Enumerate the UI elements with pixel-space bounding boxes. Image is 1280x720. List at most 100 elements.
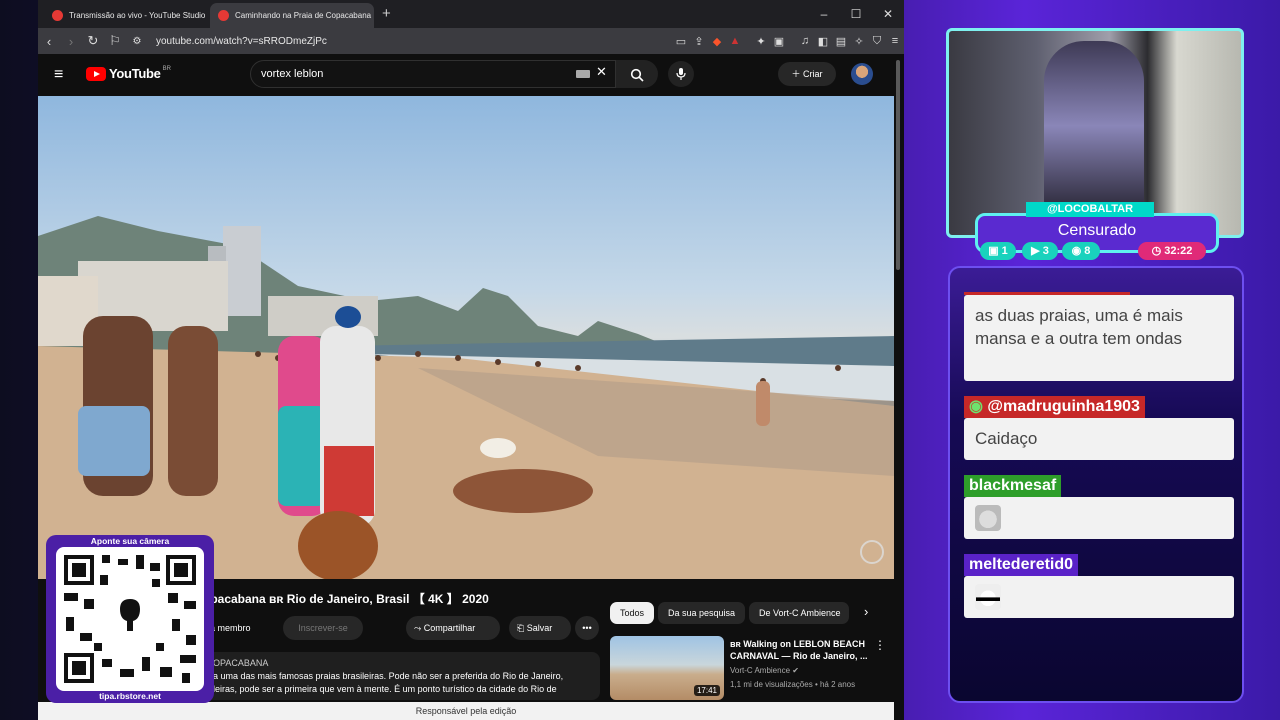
chat-message: Caidaço bbox=[964, 418, 1234, 460]
tab-youtube-studio[interactable]: Transmissão ao vivo - YouTube Studio bbox=[44, 3, 206, 28]
share-label: Compartilhar bbox=[423, 623, 476, 633]
search-button[interactable] bbox=[616, 60, 658, 88]
subscribe-button[interactable]: Inscrever-se bbox=[283, 616, 363, 640]
forward-icon[interactable]: › bbox=[60, 34, 82, 49]
recommended-title[interactable]: ʙʀ Walking on LEBLON BEACH CARNAVAL — Ri… bbox=[730, 638, 868, 662]
tab-title: Transmissão ao vivo - YouTube Studio bbox=[69, 11, 206, 20]
editor-footer: Responsável pela edição bbox=[38, 702, 894, 720]
gaming-chair-image bbox=[1044, 41, 1144, 211]
new-tab-button[interactable]: + bbox=[382, 5, 391, 22]
view-count: 1,1 mi de visualizações bbox=[730, 680, 813, 689]
recommended-channel[interactable]: Vort-C Ambience ✔ bbox=[730, 666, 799, 675]
back-icon[interactable]: ‹ bbox=[38, 34, 60, 49]
kick-viewers-badge: ◉ 8 bbox=[1062, 242, 1100, 260]
youtube-play-icon bbox=[86, 66, 106, 81]
youtube-header: ≡ YouTube BR vortex leblon ✕ ＋ Criar bbox=[38, 54, 904, 96]
cast-icon[interactable]: ▭ bbox=[672, 35, 690, 48]
create-button[interactable]: ＋ Criar bbox=[778, 62, 836, 86]
save-button[interactable]: ⎗ Salvar bbox=[509, 616, 571, 640]
site-info-icon[interactable]: ⚙ bbox=[126, 36, 148, 47]
video-description[interactable]: OPACABANA a uma das mais famosas praias … bbox=[198, 652, 600, 700]
recommended-video[interactable]: 17:41 ʙʀ Walking on LEBLON BEACH CARNAVA… bbox=[610, 636, 895, 700]
minimize-icon[interactable]: – bbox=[808, 0, 840, 28]
video-title: opacabana ʙʀ Rio de Janeiro, Brasil 【 4K… bbox=[203, 592, 489, 606]
video-player[interactable] bbox=[38, 96, 894, 579]
leo-ai-icon[interactable]: ✧ bbox=[850, 35, 868, 48]
qr-caption-bottom: tipa.rbstore.net bbox=[99, 691, 161, 701]
voice-search-button[interactable] bbox=[668, 61, 694, 87]
clock-icon: ◷ bbox=[1151, 245, 1165, 257]
clear-search-icon[interactable]: ✕ bbox=[596, 64, 607, 80]
create-label: Criar bbox=[803, 69, 823, 79]
filter-chips: Todos Da sua pesquisa De Vort-C Ambience bbox=[610, 602, 880, 624]
wallet-icon[interactable]: ▤ bbox=[832, 35, 850, 48]
qr-code-graphic bbox=[64, 555, 196, 683]
chip-from-search[interactable]: Da sua pesquisa bbox=[658, 602, 746, 624]
chat-message: ▬▬ bbox=[964, 576, 1234, 618]
youtube-viewers-badge: ▶ 3 bbox=[1022, 242, 1058, 260]
maximize-icon[interactable]: ☐ bbox=[840, 0, 872, 28]
url-field[interactable]: youtube.com/watch?v=sRRODmeZjPc bbox=[156, 36, 672, 47]
chat-username: meltederetid0 bbox=[964, 554, 1079, 576]
microphone-icon bbox=[676, 68, 686, 81]
sidebar-icon[interactable]: ◧ bbox=[814, 35, 832, 48]
bookmark-icon[interactable]: ⚐ bbox=[104, 33, 126, 49]
video-actions: eja membro Inscrever-se ⤳ Compartilhar ⎗… bbox=[203, 616, 603, 640]
hamburger-menu-icon[interactable]: ≡ bbox=[54, 66, 63, 84]
twitch-icon: ▣ bbox=[988, 245, 1002, 257]
youtube-count: 3 bbox=[1042, 245, 1049, 257]
more-options-icon[interactable]: ⋮ bbox=[874, 638, 886, 652]
page-scrollbar[interactable] bbox=[896, 60, 900, 270]
plus-icon: ＋ bbox=[791, 69, 803, 79]
user-badge-icon: ◉ bbox=[969, 398, 988, 415]
channel-watermark-icon[interactable] bbox=[860, 540, 884, 564]
chip-all[interactable]: Todos bbox=[610, 602, 655, 624]
bookmark-save-icon: ⎗ bbox=[517, 623, 527, 633]
share-icon: ⤳ bbox=[414, 623, 424, 633]
youtube-logo[interactable]: YouTube BR bbox=[86, 66, 171, 81]
chat-username: ◉ @madruguinha1903 bbox=[964, 396, 1145, 418]
chip-from-channel[interactable]: De Vort-C Ambience bbox=[749, 602, 849, 624]
close-window-icon[interactable]: ✕ bbox=[872, 0, 904, 28]
qr-code bbox=[56, 547, 204, 691]
search-input[interactable]: vortex leblon bbox=[250, 60, 616, 88]
music-icon[interactable]: ♫ bbox=[796, 35, 814, 47]
close-tab-icon[interactable]: ✕ bbox=[371, 9, 374, 22]
vpn-icon[interactable]: ⛉ bbox=[868, 35, 886, 48]
chips-next-icon[interactable]: › bbox=[864, 604, 868, 619]
chat-message bbox=[964, 497, 1234, 539]
account-avatar[interactable] bbox=[851, 63, 873, 85]
twitch-count: 1 bbox=[1001, 245, 1008, 257]
twitch-viewers-badge: ▣ 1 bbox=[980, 242, 1016, 260]
youtube-studio-favicon-icon bbox=[52, 10, 63, 21]
desktop-background: Transmissão ao vivo - YouTube Studio Cam… bbox=[0, 0, 1280, 720]
chat-username-text: @madruguinha1903 bbox=[987, 398, 1140, 415]
save-label: Salvar bbox=[526, 623, 553, 633]
video-thumbnail[interactable]: 17:41 bbox=[610, 636, 724, 700]
screenshot-icon[interactable]: ▣ bbox=[770, 35, 788, 48]
streamer-handle: @LOCOBALTAR bbox=[1026, 202, 1154, 217]
keyboard-icon[interactable] bbox=[576, 70, 590, 78]
address-bar: ‹ › ↻ ⚐ ⚙ youtube.com/watch?v=sRRODmeZjP… bbox=[38, 28, 904, 54]
reload-icon[interactable]: ↻ bbox=[82, 33, 104, 49]
share-icon[interactable]: ⇪ bbox=[690, 35, 708, 48]
rewards-icon[interactable]: ▲ bbox=[726, 35, 744, 47]
description-channel: OPACABANA bbox=[213, 658, 269, 668]
youtube-wordmark: YouTube bbox=[109, 66, 161, 81]
description-line: a uma das mais famosas praias brasileira… bbox=[213, 671, 564, 681]
qr-caption-top: Aponte sua câmera bbox=[90, 536, 170, 546]
menu-icon[interactable]: ≡ bbox=[886, 35, 904, 47]
beach-video-frame bbox=[38, 216, 894, 579]
kick-icon: ◉ bbox=[1071, 245, 1085, 257]
more-actions-button[interactable]: ••• bbox=[575, 616, 599, 640]
stream-timer: 32:22 bbox=[1164, 245, 1193, 257]
brave-shield-icon[interactable]: ◆ bbox=[708, 35, 726, 48]
youtube-icon: ▶ bbox=[1031, 245, 1043, 257]
tab-bar: Transmissão ao vivo - YouTube Studio Cam… bbox=[38, 0, 904, 28]
tab-copacabana-video[interactable]: Caminhando na Praia de Copacabana ✕ bbox=[210, 3, 374, 28]
cat-emote-icon bbox=[975, 505, 1001, 531]
channel-name: Vort-C Ambience bbox=[730, 666, 791, 675]
share-button[interactable]: ⤳ Compartilhar bbox=[406, 616, 500, 640]
sunglasses-emote-icon: ▬▬ bbox=[975, 584, 1001, 610]
extensions-icon[interactable]: ✦ bbox=[752, 35, 770, 48]
